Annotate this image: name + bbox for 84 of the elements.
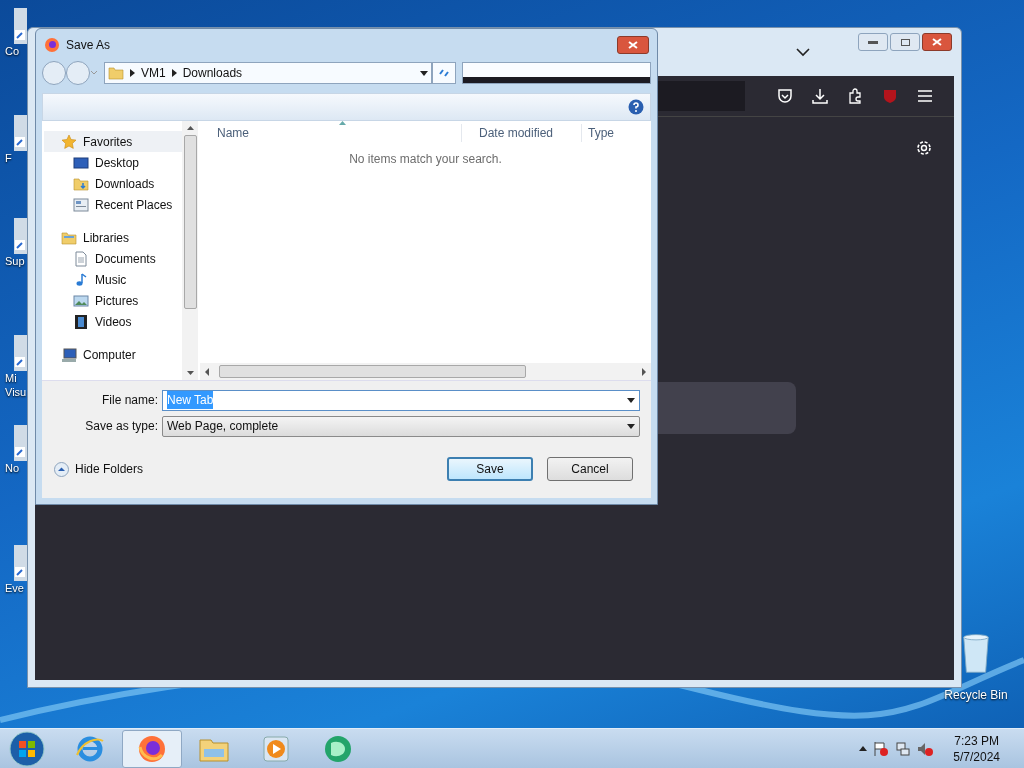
- document-icon: [73, 250, 89, 267]
- close-icon: [932, 38, 942, 46]
- dialog-button[interactable]: Save: [447, 457, 533, 481]
- download-icon[interactable]: [812, 88, 828, 104]
- column-header[interactable]: Type: [581, 124, 614, 142]
- refresh-icon: [438, 67, 450, 79]
- nav-tree-item[interactable]: Downloads: [44, 173, 182, 194]
- breadcrumb-arrow-icon[interactable]: [171, 69, 177, 77]
- puzzle-piece-icon[interactable]: [847, 88, 863, 104]
- url-bar[interactable]: [655, 81, 745, 111]
- desktop-icon-label: Recycle Bin: [944, 688, 1008, 702]
- address-bar[interactable]: VM1 Downloads: [104, 62, 432, 84]
- field-label: File name:: [100, 392, 159, 409]
- film-icon: [73, 313, 89, 330]
- nav-tree-item[interactable]: Desktop: [44, 152, 182, 173]
- field-label: Save as type:: [84, 418, 159, 435]
- desktop-icon-label: No: [5, 461, 21, 475]
- window-title: Save As: [66, 37, 111, 54]
- desktop-icon-label: Sup: [5, 254, 26, 268]
- chevron-down-icon[interactable]: [796, 47, 810, 57]
- caret-up-icon[interactable]: [859, 746, 868, 751]
- refresh-button[interactable]: [432, 62, 456, 84]
- network-icon[interactable]: [895, 740, 912, 757]
- recent-places-icon: [73, 196, 89, 213]
- pocket-icon[interactable]: [777, 88, 793, 104]
- dialog-button[interactable]: Cancel: [547, 457, 633, 481]
- shortcut-icon[interactable]: [14, 8, 27, 44]
- nav-tree-item[interactable]: Videos: [44, 311, 182, 332]
- folder-icon: [61, 229, 77, 246]
- desktop-icon-label: F: [5, 151, 13, 165]
- clock-time[interactable]: 7:23 PM: [954, 732, 999, 749]
- close-icon: [628, 41, 638, 49]
- nav-tree-item[interactable]: Favorites: [44, 131, 182, 152]
- breadcrumb-arrow-icon[interactable]: [130, 69, 135, 77]
- shortcut-icon[interactable]: [14, 218, 27, 254]
- shortcut-icon[interactable]: [14, 545, 27, 581]
- hide-folders-button[interactable]: Hide Folders: [54, 460, 144, 478]
- vertical-scrollbar[interactable]: [182, 121, 198, 380]
- flag-icon[interactable]: [873, 740, 890, 757]
- nav-tree-item[interactable]: Pictures: [44, 290, 182, 311]
- menu-icon[interactable]: [917, 89, 933, 103]
- horizontal-scrollbar[interactable]: [200, 363, 651, 380]
- caret-icon[interactable]: [627, 397, 635, 403]
- desktop-icon: [73, 154, 89, 171]
- pictures-icon: [73, 292, 89, 309]
- scroll-right-icon[interactable]: [641, 367, 647, 376]
- recycle-bin-icon[interactable]: [960, 632, 992, 674]
- nav-tree-item[interactable]: Libraries: [44, 227, 182, 248]
- nav-tree-item[interactable]: Computer: [44, 344, 182, 365]
- nav-tree-item[interactable]: Music: [44, 269, 182, 290]
- folder-icon: [108, 65, 124, 81]
- settings-icon[interactable]: [915, 139, 933, 157]
- save-type-dropdown[interactable]: Web Page, complete: [162, 415, 640, 437]
- shortcut-icon[interactable]: [14, 335, 27, 371]
- clock-date[interactable]: 5/7/2024: [953, 748, 1000, 765]
- nav-tree-item[interactable]: Recent Places: [44, 194, 182, 215]
- column-header[interactable]: Name: [200, 124, 461, 142]
- chevron-up-icon: [54, 461, 69, 477]
- selected-text: New Tab: [167, 391, 214, 409]
- search-field[interactable]: [462, 62, 651, 84]
- breadcrumb-item[interactable]: Downloads: [182, 64, 243, 82]
- desktop-icon-label: Eve: [5, 581, 25, 595]
- close-button[interactable]: [922, 33, 952, 51]
- desktop-icon-label: Co: [5, 44, 21, 58]
- desktop-icon-label: Mi Visu: [5, 371, 27, 399]
- help-icon[interactable]: [628, 99, 644, 115]
- shortcut-icon[interactable]: [14, 115, 27, 151]
- caret-icon[interactable]: [627, 423, 635, 429]
- taskbar-button[interactable]: [122, 729, 182, 768]
- folder-icon: [73, 175, 89, 192]
- column-header[interactable]: Date modified: [461, 124, 581, 142]
- close-button[interactable]: [617, 36, 649, 54]
- computer-icon: [61, 346, 77, 363]
- firefox-icon: [44, 37, 60, 53]
- start-orb-icon[interactable]: [9, 730, 45, 767]
- nav-tree-item[interactable]: Documents: [44, 248, 182, 269]
- maximize-button[interactable]: [890, 33, 920, 51]
- shortcut-icon[interactable]: [14, 425, 27, 461]
- star-icon: [61, 133, 77, 150]
- breadcrumb-item[interactable]: VM1: [141, 64, 166, 82]
- minimize-button[interactable]: [858, 33, 888, 51]
- empty-message: No items match your search.: [349, 151, 502, 168]
- sort-arrow-icon: [339, 121, 346, 125]
- scroll-left-icon[interactable]: [204, 367, 210, 376]
